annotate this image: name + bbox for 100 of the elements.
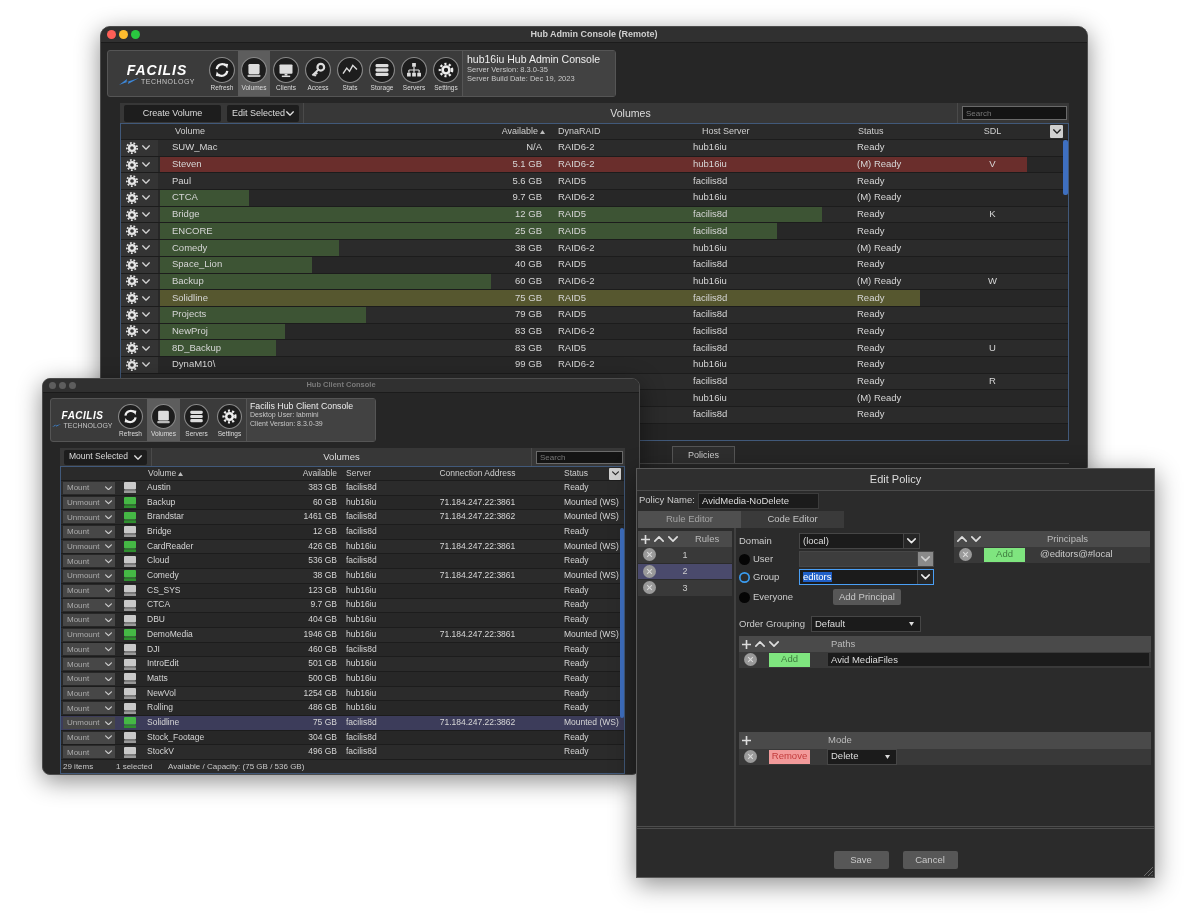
action-dropdown[interactable]: Edit Selected [227, 104, 299, 122]
gear-icon [126, 275, 138, 288]
table-cell: Mounted (WS) [564, 571, 619, 581]
add-principal-button[interactable]: Add Principal [833, 589, 901, 605]
table-cell: 501 GB [308, 659, 337, 669]
table-cell: Austin [147, 482, 171, 493]
column-header: SDL [983, 126, 1002, 137]
mount-dropdown[interactable]: Mount [63, 481, 115, 494]
table-cell: hub16iu [346, 673, 377, 684]
gear-icon [126, 308, 138, 321]
table-cell: hub16iu [346, 571, 377, 581]
row-menu-button[interactable] [121, 240, 158, 256]
column-header: Available [501, 126, 538, 137]
mount-dropdown[interactable]: Mount [63, 555, 115, 568]
mount-dropdown[interactable]: Unmount [63, 628, 115, 641]
search-field[interactable]: Search [962, 106, 1067, 120]
chevron-down-icon [971, 536, 981, 542]
dialog-button[interactable]: Cancel [902, 851, 958, 869]
row-menu-button[interactable] [121, 173, 158, 190]
table-cell: 500 GB [308, 673, 337, 684]
row-menu-button[interactable] [121, 223, 158, 240]
table-cell: Ready [564, 732, 589, 743]
table-cell: Bridge [147, 527, 172, 537]
mount-dropdown[interactable]: Mount [63, 584, 115, 597]
row-menu-button[interactable] [121, 140, 158, 156]
dialog-button[interactable]: Save [833, 851, 889, 869]
mount-dropdown[interactable]: Mount [63, 746, 115, 759]
mount-dropdown[interactable]: Mount [63, 702, 115, 715]
table-cell: Ready [857, 292, 885, 304]
mount-dropdown[interactable]: Unmount [63, 716, 115, 729]
table-cell: Comedy [147, 571, 179, 581]
tab[interactable]: Policies [672, 446, 735, 463]
status-text: 1 selected [116, 762, 154, 772]
column-header: Volume [148, 468, 177, 479]
mount-dropdown[interactable]: Mount [63, 643, 115, 656]
console-title: hub16iu Hub Admin Console [467, 53, 602, 66]
mount-dropdown[interactable]: Mount [63, 525, 115, 538]
rule-item[interactable]: 1 [638, 547, 733, 564]
caret-icon [105, 500, 112, 505]
refresh-icon [209, 56, 235, 83]
scrollbar-thumb[interactable] [1063, 140, 1068, 195]
mount-dropdown[interactable]: Unmount [63, 540, 115, 553]
window-close-icon[interactable] [107, 30, 116, 39]
window-minimize-icon[interactable] [119, 30, 128, 39]
dropdown-field[interactable]: Default [811, 616, 921, 632]
scrollbar-thumb[interactable] [620, 528, 624, 718]
table-cell: 5.1 GB [512, 159, 542, 170]
hierarchy-icon [401, 56, 427, 83]
rule-item[interactable]: 3 [638, 580, 733, 597]
table-cell: facilis8d [346, 527, 377, 537]
table-cell: 496 GB [308, 747, 337, 758]
table-cell: (M) Ready [857, 159, 902, 170]
mount-dropdown[interactable]: Unmount [63, 496, 115, 509]
column-menu-button[interactable] [609, 467, 621, 480]
radio-button[interactable] [739, 553, 750, 565]
caret-icon [105, 632, 112, 637]
create-volume-button[interactable]: Create Volume [124, 104, 221, 122]
radio-button[interactable] [739, 591, 750, 603]
window-zoom-icon[interactable] [131, 30, 140, 39]
table-cell: Rolling [147, 703, 173, 714]
mount-dropdown[interactable]: Mount [63, 687, 115, 700]
gear-icon [126, 191, 138, 204]
table-cell: ENCORE [172, 225, 213, 237]
table-cell: 38 GB [312, 571, 337, 581]
mount-dropdown[interactable]: Mount [63, 672, 115, 685]
panel-title: Paths [831, 638, 856, 650]
text-field[interactable]: AvidMedia-NoDelete [697, 492, 819, 509]
mount-dropdown[interactable]: Unmount [63, 511, 115, 524]
select-field[interactable]: editors [799, 569, 934, 585]
action-dropdown[interactable]: Mount Selected [64, 449, 147, 465]
tab[interactable]: Code Editor [741, 511, 844, 528]
table-cell: CTCA [172, 192, 198, 204]
caret-icon [142, 245, 150, 251]
caret-icon [142, 278, 150, 284]
dialog-title: Edit Policy [869, 473, 922, 486]
table-cell: Ready [564, 747, 589, 758]
column-menu-button[interactable] [1050, 125, 1063, 138]
row-menu-button[interactable] [121, 340, 158, 356]
mount-dropdown[interactable]: Mount [63, 599, 115, 612]
select-field[interactable]: (local) [799, 533, 920, 549]
mount-dropdown[interactable]: Unmount [63, 569, 115, 582]
table-cell: RAID6-2 [558, 159, 595, 170]
row-menu-button[interactable] [121, 190, 158, 206]
table-cell: Ready [857, 376, 885, 387]
table-row[interactable]: Unmount Brandstar 1461 GB facilis8d 71.184.247.22:3862 Mounted (WS) [61, 510, 624, 526]
table-cell: 71.184.247.22:3862 [439, 717, 516, 728]
search-field[interactable]: Search [536, 450, 623, 464]
mount-dropdown[interactable]: Mount [63, 614, 115, 627]
column-header: Status [858, 126, 884, 137]
mount-dropdown[interactable]: Mount [63, 731, 115, 744]
row-menu-button[interactable] [121, 290, 158, 306]
column-header: Volume [175, 126, 206, 137]
table-row[interactable]: Unmount Solidline 75 GB facilis8d 71.184.247.22:3862 Mounted (WS) [61, 716, 624, 731]
table-row[interactable]: Mount Austin 383 GB facilis8d Ready [61, 481, 624, 496]
table-cell: Ready [564, 600, 589, 611]
table-row[interactable]: Mount StockV 496 GB facilis8d Ready [61, 745, 624, 761]
table-cell: 9.7 GB [512, 192, 542, 204]
path-field[interactable]: Avid MediaFiles [827, 652, 1150, 668]
mount-dropdown[interactable]: Mount [63, 658, 115, 671]
radio-button[interactable] [739, 571, 750, 583]
